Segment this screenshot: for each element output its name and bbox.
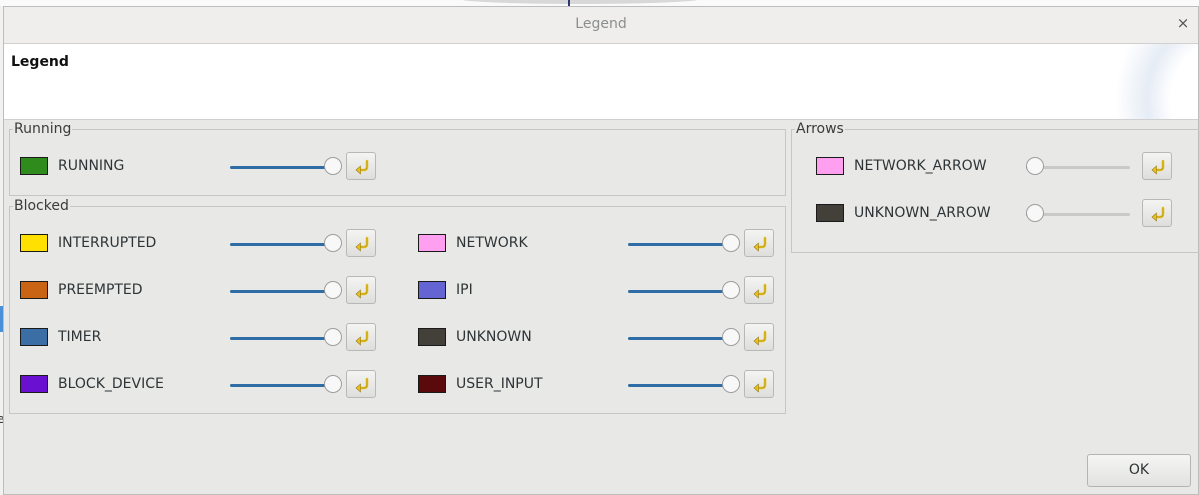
color-swatch-unknown-arrow[interactable] [816, 204, 844, 222]
dialog-title: Legend [575, 16, 627, 32]
reset-icon [1151, 159, 1165, 175]
color-swatch-unknown[interactable] [418, 328, 446, 346]
legend-label-network: NETWORK [456, 235, 528, 251]
reset-icon [1151, 206, 1165, 222]
opacity-slider-ipi[interactable] [628, 280, 740, 302]
legend-row-block-device: BLOCK_DEVICE [14, 370, 376, 400]
reset-button-timer[interactable] [346, 323, 376, 351]
reset-icon [355, 283, 369, 299]
legend-row-preempted: PREEMPTED [14, 276, 376, 306]
legend-row-timer: TIMER [14, 323, 376, 353]
reset-icon [753, 330, 767, 346]
legend-label-timer: TIMER [58, 329, 102, 345]
legend-row-unknown: UNKNOWN [412, 323, 774, 353]
legend-dialog: Legend × Legend Running RUNNING Blocked … [3, 6, 1199, 495]
legend-row-unknown-arrow: UNKNOWN_ARROW [810, 199, 1172, 229]
legend-label-network-arrow: NETWORK_ARROW [854, 158, 987, 174]
legend-label-unknown-arrow: UNKNOWN_ARROW [854, 205, 991, 221]
legend-label-unknown: UNKNOWN [456, 329, 532, 345]
reset-icon [355, 330, 369, 346]
reset-icon [753, 377, 767, 393]
opacity-slider-preempted[interactable] [230, 280, 342, 302]
reset-button-unknown-arrow[interactable] [1142, 199, 1172, 227]
color-swatch-running[interactable] [20, 157, 48, 175]
color-swatch-block-device[interactable] [20, 375, 48, 393]
dialog-header: Legend [4, 44, 1198, 120]
color-swatch-preempted[interactable] [20, 281, 48, 299]
color-swatch-network-arrow[interactable] [816, 157, 844, 175]
opacity-slider-running[interactable] [230, 156, 342, 178]
opacity-slider-interrupted[interactable] [230, 233, 342, 255]
reset-icon [355, 236, 369, 252]
reset-button-network[interactable] [744, 229, 774, 257]
blocked-group-label: Blocked [13, 198, 70, 214]
legend-row-ipi: IPI [412, 276, 774, 306]
legend-label-ipi: IPI [456, 282, 473, 298]
reset-button-running[interactable] [346, 152, 376, 180]
close-icon[interactable]: × [1174, 14, 1192, 32]
reset-button-block-device[interactable] [346, 370, 376, 398]
running-group-label: Running [13, 121, 73, 137]
opacity-slider-timer[interactable] [230, 327, 342, 349]
arrows-group-label: Arrows [795, 121, 845, 137]
legend-label-interrupted: INTERRUPTED [58, 235, 157, 251]
opacity-slider-unknown[interactable] [628, 327, 740, 349]
reset-button-unknown[interactable] [744, 323, 774, 351]
legend-row-network: NETWORK [412, 229, 774, 259]
opacity-slider-network[interactable] [628, 233, 740, 255]
header-title: Legend [11, 54, 69, 70]
color-swatch-interrupted[interactable] [20, 234, 48, 252]
legend-row-user-input: USER_INPUT [412, 370, 774, 400]
reset-button-interrupted[interactable] [346, 229, 376, 257]
reset-button-user-input[interactable] [744, 370, 774, 398]
color-swatch-timer[interactable] [20, 328, 48, 346]
legend-label-user-input: USER_INPUT [456, 376, 543, 392]
reset-button-ipi[interactable] [744, 276, 774, 304]
ok-button[interactable]: OK [1087, 454, 1191, 487]
arrows-group: Arrows NETWORK_ARROW UNKNOWN_ARROW [791, 121, 1199, 253]
legend-row-interrupted: INTERRUPTED [14, 229, 376, 259]
blocked-group: Blocked INTERRUPTED PREEMPTED TIMER BLOCK_D… [9, 198, 786, 414]
color-swatch-network[interactable] [418, 234, 446, 252]
legend-row-running: RUNNING [14, 152, 376, 182]
legend-label-block-device: BLOCK_DEVICE [58, 376, 164, 392]
reset-button-network-arrow[interactable] [1142, 152, 1172, 180]
legend-label-running: RUNNING [58, 158, 125, 174]
legend-label-preempted: PREEMPTED [58, 282, 143, 298]
opacity-slider-block-device[interactable] [230, 374, 342, 396]
reset-icon [355, 377, 369, 393]
reset-button-preempted[interactable] [346, 276, 376, 304]
reset-icon [753, 283, 767, 299]
legend-row-network-arrow: NETWORK_ARROW [810, 152, 1172, 182]
opacity-slider-user-input[interactable] [628, 374, 740, 396]
opacity-slider-unknown-arrow[interactable] [1026, 203, 1138, 225]
opacity-slider-network-arrow[interactable] [1026, 156, 1138, 178]
reset-icon [753, 236, 767, 252]
dialog-titlebar: Legend × [4, 7, 1198, 44]
running-group: Running RUNNING [9, 121, 786, 196]
header-decoration [1108, 44, 1198, 119]
color-swatch-ipi[interactable] [418, 281, 446, 299]
reset-icon [355, 159, 369, 175]
color-swatch-user-input[interactable] [418, 375, 446, 393]
